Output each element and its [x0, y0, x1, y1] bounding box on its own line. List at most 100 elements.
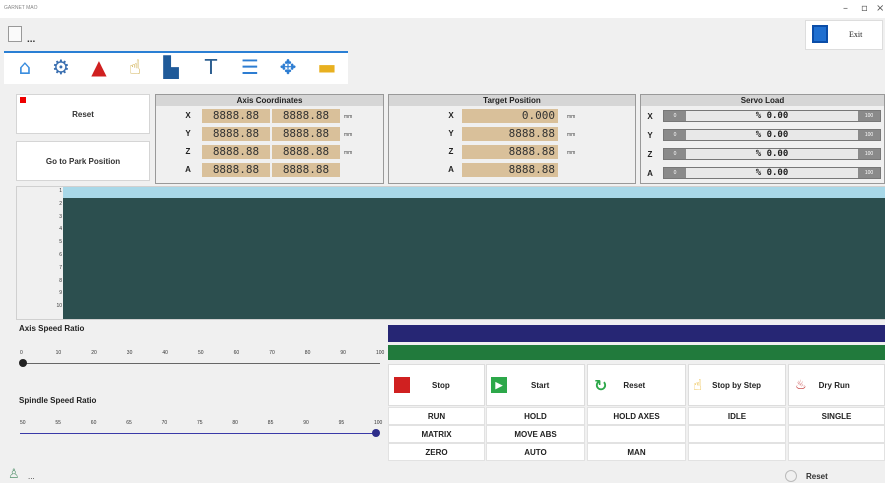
list-icon[interactable]: ☰ — [235, 54, 265, 80]
servo-max: 100 — [858, 111, 880, 121]
spindle-speed-tick: 70 — [161, 420, 168, 426]
unit-label: mm — [567, 114, 576, 120]
status-reset-button[interactable]: Reset — [806, 472, 828, 481]
target-position-title: Target Position — [389, 95, 635, 106]
start-label: Start — [531, 380, 550, 390]
axis-speed-tick: 80 — [304, 350, 311, 356]
hand-icon[interactable]: ☝ — [120, 54, 150, 80]
spindle-speed-tick: 75 — [197, 420, 203, 426]
unit-label: mm — [344, 150, 353, 156]
servo-min: 0 — [664, 130, 686, 140]
servo-load-bar: 0 % 0.00 100 — [663, 129, 881, 141]
servo-axis-letter: X — [647, 112, 653, 121]
minimize-button[interactable]: – — [843, 3, 848, 14]
axis-work-value: 8888.88 — [272, 127, 340, 141]
axis-speed-tick: 90 — [340, 350, 346, 356]
axis-letter: Z — [185, 147, 191, 156]
axis-speed-label: Axis Speed Ratio — [19, 324, 85, 333]
refresh-icon: ↻ — [594, 375, 608, 395]
axis-speed-track — [20, 363, 380, 364]
axis-letter: X — [185, 111, 191, 120]
line-number: 2 — [59, 200, 62, 207]
alarm-indicator — [20, 97, 26, 103]
park-button-label: Go to Park Position — [45, 156, 121, 166]
servo-max: 100 — [858, 168, 880, 178]
close-button[interactable]: × — [876, 3, 884, 14]
start-button[interactable]: ▶ Start — [486, 364, 585, 406]
status-cell: AUTO — [486, 443, 585, 461]
servo-load-bar: 0 % 0.00 100 — [663, 110, 881, 122]
status-text: ... — [28, 472, 35, 481]
servo-min: 0 — [664, 149, 686, 159]
dry-run-button[interactable]: ♨ Dry Run — [788, 364, 885, 406]
reset-button[interactable]: Reset — [16, 94, 150, 134]
servo-axis-letter: A — [647, 169, 653, 178]
dry-run-label: Dry Run — [818, 380, 850, 390]
axis-letter: Y — [185, 129, 191, 138]
window-title: GARNET MAO — [4, 5, 38, 11]
servo-value: % 0.00 — [755, 111, 789, 121]
axis-speed-thumb[interactable] — [19, 359, 27, 367]
unit-label: mm — [567, 150, 576, 156]
target-axis-letter: Z — [448, 147, 454, 156]
spindle-speed-track — [20, 433, 378, 434]
exit-label: Exit — [849, 30, 863, 39]
status-cell: ZERO — [388, 443, 485, 461]
spindle-speed-label: Spindle Speed Ratio — [19, 396, 97, 405]
settings-icon[interactable]: ⚙ — [46, 54, 76, 80]
alarm-icon[interactable]: ▲ — [84, 54, 114, 80]
spindle-speed-thumb[interactable] — [372, 429, 380, 437]
servo-min: 0 — [664, 111, 686, 121]
stop-icon — [394, 377, 410, 393]
status-cell — [688, 443, 786, 461]
axis-speed-tick: 70 — [269, 350, 275, 356]
park-button[interactable]: Go to Park Position — [16, 141, 150, 181]
status-cell: SINGLE — [788, 407, 885, 425]
reset-action-label: Reset — [623, 380, 646, 390]
maximize-button[interactable]: ▫ — [861, 3, 868, 14]
editor-text-area[interactable] — [63, 198, 885, 319]
status-cell — [587, 425, 686, 443]
target-value: 8888.88 — [462, 127, 558, 141]
status-cell: HOLD — [486, 407, 585, 425]
target-value: 8888.88 — [462, 163, 558, 177]
header-row — [0, 18, 885, 50]
oil-can-icon: ♨ — [795, 377, 807, 393]
axis-machine-value: 8888.88 — [202, 109, 270, 123]
status-cell: MAN — [587, 443, 686, 461]
status-cell — [788, 425, 885, 443]
target-value: 8888.88 — [462, 145, 558, 159]
spindle-speed-tick: 50 — [20, 420, 26, 426]
spindle-speed-tick: 90 — [303, 420, 309, 426]
servo-axis-letter: Y — [647, 131, 653, 140]
jog-icon[interactable]: ✥ — [273, 54, 303, 80]
axis-speed-tick: 40 — [162, 350, 168, 356]
status-cell: IDLE — [688, 407, 786, 425]
axis-work-value: 8888.88 — [272, 109, 340, 123]
servo-value: % 0.00 — [755, 168, 789, 178]
servo-load-bar: 0 % 0.00 100 — [663, 167, 881, 179]
servo-max: 100 — [858, 130, 880, 140]
servo-load-bar: 0 % 0.00 100 — [663, 148, 881, 160]
axis-speed-tick: 60 — [233, 350, 240, 356]
line-number: 9 — [59, 290, 62, 297]
machine-status-icon: ♙ — [8, 467, 20, 482]
step-hand-icon: ☝ — [693, 376, 703, 394]
servo-min: 0 — [664, 168, 686, 178]
line-number: 10 — [56, 303, 62, 310]
machine-icon[interactable]: ▙ — [156, 54, 186, 80]
spindle-speed-tick: 95 — [338, 420, 345, 426]
file-label: ... — [27, 34, 36, 45]
line-number: 6 — [59, 252, 62, 258]
home-icon[interactable]: ⌂ — [10, 54, 40, 80]
spindle-speed-tick: 60 — [90, 420, 97, 426]
reset-action-button[interactable]: ↻ Reset — [587, 364, 686, 406]
target-axis-letter: X — [448, 111, 454, 120]
axis-coordinates-title: Axis Coordinates — [156, 95, 383, 106]
step-button[interactable]: ☝ Stop by Step — [688, 364, 786, 406]
document-icon[interactable] — [8, 26, 22, 42]
status-reset-icon — [785, 470, 797, 482]
stop-button[interactable]: Stop — [388, 364, 485, 406]
spindle-icon[interactable]: T — [196, 54, 226, 80]
folder-icon[interactable]: ▬ — [312, 54, 342, 80]
